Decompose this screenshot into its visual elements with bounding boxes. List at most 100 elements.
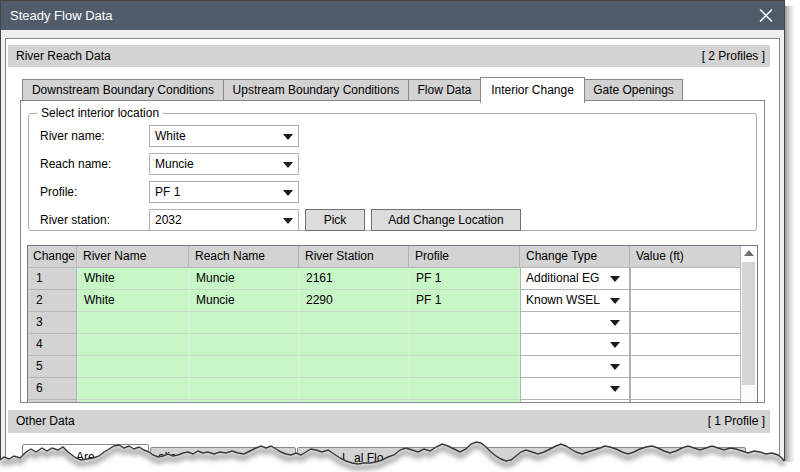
cell-river-name[interactable]: White (77, 290, 189, 312)
tab-gate-openings[interactable]: Gate Openings (584, 79, 683, 100)
row-number: 6 (28, 378, 77, 400)
cell-value[interactable] (630, 356, 741, 378)
table-scrollbar[interactable] (741, 246, 757, 402)
row-number (28, 400, 77, 402)
cell-river-name[interactable]: White (77, 268, 189, 290)
cell-profile[interactable]: PF 1 (409, 268, 520, 290)
close-icon[interactable] (755, 7, 777, 24)
col-header-reach-name: Reach Name (189, 246, 299, 268)
river-reach-data-header: River Reach Data [ 2 Profiles ] (8, 45, 770, 67)
tab-flow-data[interactable]: Flow Data (408, 79, 481, 100)
other-data-header: Other Data [ 1 Profile ] (8, 410, 770, 433)
table-row: 3 (28, 312, 757, 334)
cell-river-station[interactable]: 2290 (299, 290, 409, 312)
cell-river-station[interactable] (299, 334, 409, 356)
scroll-up-icon[interactable] (744, 250, 754, 256)
cell-river-station[interactable] (299, 378, 409, 400)
title-bar[interactable]: Steady Flow Data (1, 1, 784, 30)
change-type-value: Additional EG (526, 271, 599, 285)
table-row: 4 (28, 334, 757, 356)
tab-downstream-boundary-conditions[interactable]: Downstream Boundary Conditions (22, 79, 224, 100)
pick-button[interactable]: Pick (305, 209, 365, 231)
cell-change-type-select[interactable] (520, 334, 630, 356)
col-header-value: Value (ft) (630, 246, 741, 268)
cell-reach-name[interactable] (189, 356, 299, 378)
bottom-tab-1[interactable]: Are (22, 444, 149, 472)
cell-river-station (299, 400, 409, 402)
cell-value[interactable] (630, 312, 741, 334)
cell-river-station[interactable]: 2161 (299, 268, 409, 290)
profile-value: PF 1 (155, 185, 180, 199)
cell-profile[interactable] (409, 378, 520, 400)
bottom-tab-1-label: Are (76, 450, 95, 464)
cell-reach-name[interactable] (189, 378, 299, 400)
change-type-value: Known WSEL (526, 293, 600, 307)
dialog-body-panel: River Reach Data [ 2 Profiles ] Downstre… (5, 38, 780, 472)
cell-change-type-select[interactable]: Additional EG (520, 268, 630, 290)
chevron-down-icon (610, 386, 620, 392)
chevron-down-icon (610, 342, 620, 348)
cell-change-type-select[interactable]: Known WSEL (520, 290, 630, 312)
cell-river-name[interactable] (77, 334, 189, 356)
river-reach-data-title: River Reach Data (16, 45, 111, 67)
cell-profile[interactable] (409, 312, 520, 334)
reach-name-value: Muncie (155, 157, 194, 171)
river-station-label: River station: (40, 213, 110, 227)
profiles-badge: [ 2 Profiles ] (702, 45, 765, 67)
profile-select[interactable]: PF 1 (149, 181, 299, 203)
cell-profile[interactable]: PF 1 (409, 290, 520, 312)
col-header-change: Change (28, 246, 77, 268)
cell-river-name[interactable] (77, 356, 189, 378)
bottom-tab-3[interactable]: L al Flo (297, 447, 746, 472)
cell-reach-name[interactable] (189, 312, 299, 334)
cell-river-name[interactable] (77, 378, 189, 400)
tab-interior-change[interactable]: Interior Change (480, 77, 585, 103)
cell-river-name (77, 400, 189, 402)
cell-change-type-select (520, 400, 630, 402)
cell-value (630, 400, 741, 402)
table-row: 5 (28, 356, 757, 378)
col-header-profile: Profile (409, 246, 520, 268)
cell-profile[interactable] (409, 356, 520, 378)
cell-change-type-select[interactable] (520, 312, 630, 334)
chevron-down-icon (283, 134, 293, 140)
table-row: 2 White Muncie 2290 PF 1 Known WSEL (28, 290, 757, 312)
cell-river-station[interactable] (299, 356, 409, 378)
cell-river-station[interactable] (299, 312, 409, 334)
cell-change-type-select[interactable] (520, 356, 630, 378)
river-station-select[interactable]: 2032 (149, 209, 299, 231)
page: Steady Flow Data River Reach Data [ 2 Pr… (0, 0, 800, 472)
reach-name-label: Reach name: (40, 157, 111, 171)
tab-upstream-boundary-conditions[interactable]: Upstream Boundary Conditions (223, 79, 409, 100)
chevron-down-icon (610, 298, 620, 304)
cell-value[interactable] (630, 290, 741, 312)
bottom-tab-2[interactable]: alje (150, 447, 296, 472)
interior-change-tab-panel: Select interior location River name: Rea… (20, 100, 765, 403)
chevron-down-icon (283, 162, 293, 168)
reach-name-select[interactable]: Muncie (149, 153, 299, 175)
cell-value[interactable] (630, 378, 741, 400)
cell-reach-name[interactable]: Muncie (189, 290, 299, 312)
row-number: 4 (28, 334, 77, 356)
scrollbar-thumb[interactable] (742, 262, 755, 385)
river-name-select[interactable]: White (149, 125, 299, 147)
cell-value[interactable] (630, 268, 741, 290)
cell-river-name[interactable] (77, 312, 189, 334)
add-change-location-button[interactable]: Add Change Location (371, 209, 521, 231)
chevron-down-icon (610, 276, 620, 282)
col-header-river-station: River Station (299, 246, 409, 268)
cell-change-type-select[interactable] (520, 378, 630, 400)
cell-value[interactable] (630, 334, 741, 356)
cell-reach-name[interactable]: Muncie (189, 268, 299, 290)
cell-profile[interactable] (409, 334, 520, 356)
row-number: 1 (28, 268, 77, 290)
row-number: 5 (28, 356, 77, 378)
river-name-value: White (155, 129, 186, 143)
col-header-river-name: River Name (77, 246, 189, 268)
chevron-down-icon (283, 218, 293, 224)
bottom-tab-3-label-b: al Flo (354, 451, 383, 465)
dialog-window: Steady Flow Data River Reach Data [ 2 Pr… (0, 0, 785, 472)
cell-reach-name[interactable] (189, 334, 299, 356)
row-number: 2 (28, 290, 77, 312)
row-number: 3 (28, 312, 77, 334)
